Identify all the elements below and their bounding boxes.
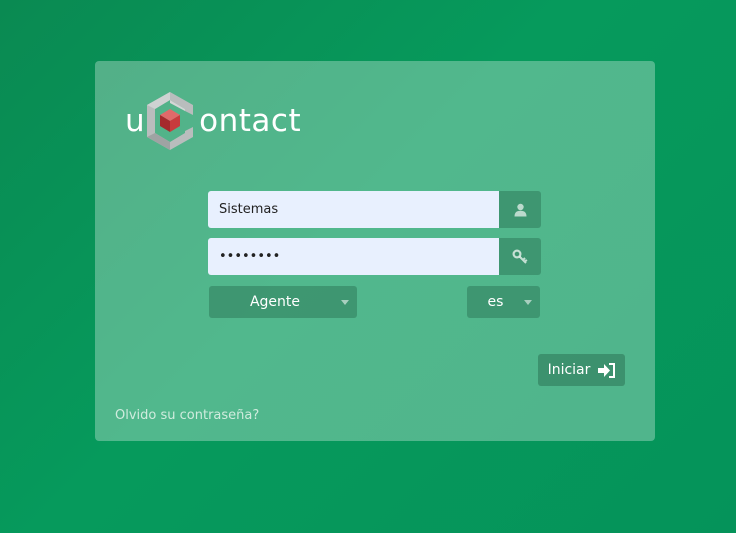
key-icon [512,248,528,264]
ucontact-logo: u ontact [125,89,335,153]
logo-cube-icon [147,92,194,150]
language-select-value: es [487,294,504,310]
login-button-label: Iniciar [547,362,591,378]
login-panel: u ontact Sistemas Agente es Iniciar Olvi… [95,61,655,441]
role-select-value: Agente [249,294,301,310]
username-addon [499,191,541,228]
sign-in-icon [598,362,616,378]
chevron-down-icon [524,299,532,305]
logo-text-prefix: u [125,103,146,139]
chevron-down-icon [341,299,349,305]
login-button[interactable]: Iniciar [538,354,625,386]
password-input[interactable] [208,238,499,275]
password-field [208,238,541,275]
role-select[interactable]: Agente [209,286,357,318]
user-icon [514,203,526,216]
language-select[interactable]: es [467,286,540,318]
username-input[interactable] [208,191,499,228]
password-addon [499,238,541,275]
username-field [208,191,541,228]
forgot-password-link[interactable]: Olvido su contraseña? [115,408,259,423]
logo-text-suffix: ontact [199,103,302,139]
